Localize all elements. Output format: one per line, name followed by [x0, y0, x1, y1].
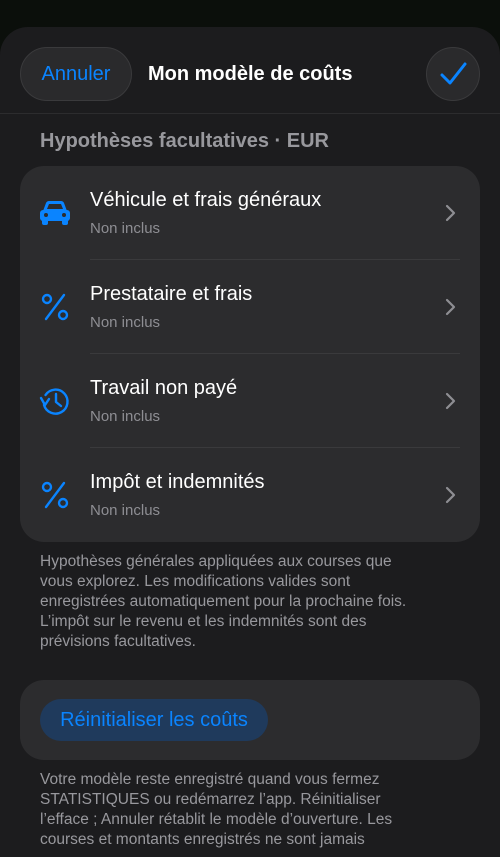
list-item-status: Non inclus: [90, 220, 161, 237]
chevron-right-icon: [445, 204, 456, 222]
footnote-line: prévisions facultatives.: [40, 633, 196, 650]
footnote-line: enregistrées automatiquement pour la pro…: [40, 593, 407, 610]
assumptions-list: Véhicule et frais généraux Non inclus Pr…: [20, 166, 480, 542]
footnote-line: courses et montants enregistrés ne sont …: [40, 831, 365, 848]
list-item-contractor[interactable]: Prestataire et frais Non inclus: [20, 260, 480, 354]
clock-history-icon: [37, 383, 73, 419]
confirm-button[interactable]: [426, 47, 480, 101]
list-item-status: Non inclus: [90, 502, 161, 519]
footnote-line: STATISTIQUES ou redémarrez l’app. Réinit…: [40, 791, 381, 808]
section-header: Hypothèses facultatives · EUR: [40, 130, 329, 152]
chevron-right-icon: [445, 392, 456, 410]
list-item-vehicle[interactable]: Véhicule et frais généraux Non inclus: [20, 166, 480, 260]
assumptions-footnote: Hypothèses générales appliquées aux cour…: [40, 552, 460, 652]
percent-icon: [37, 477, 73, 513]
cost-model-sheet: Annuler Mon modèle de coûts Hypothèses f…: [0, 27, 500, 857]
list-item-tax[interactable]: Impôt et indemnités Non inclus: [20, 448, 480, 542]
list-item-status: Non inclus: [90, 314, 161, 331]
reset-footnote: Votre modèle reste enregistré quand vous…: [40, 770, 460, 850]
list-item-status: Non inclus: [90, 408, 161, 425]
list-item-label: Impôt et indemnités: [90, 471, 265, 493]
chevron-right-icon: [445, 298, 456, 316]
list-item-label: Travail non payé: [90, 377, 238, 399]
percent-icon: [37, 289, 73, 325]
footnote-line: Hypothèses générales appliquées aux cour…: [40, 553, 392, 570]
checkmark-icon: [440, 62, 467, 85]
list-item-unpaid-work[interactable]: Travail non payé Non inclus: [20, 354, 480, 448]
chevron-right-icon: [445, 486, 456, 504]
reset-card: Réinitialiser les coûts: [20, 680, 480, 760]
footnote-line: Votre modèle reste enregistré quand vous…: [40, 771, 380, 788]
reset-costs-label: Réinitialiser les coûts: [60, 708, 248, 731]
footnote-line: vous explorez. Les modifications valides…: [40, 573, 351, 590]
footnote-line: L’impôt sur le revenu et les indemnités …: [40, 613, 367, 630]
list-item-label: Prestataire et frais: [90, 283, 253, 305]
car-icon: [37, 195, 73, 231]
footnote-line: l’efface ; Annuler rétablit le modèle d’…: [40, 811, 393, 828]
reset-costs-button[interactable]: Réinitialiser les coûts: [40, 699, 268, 741]
page-title: Mon modèle de coûts: [148, 63, 353, 85]
header-divider: [0, 113, 500, 114]
cancel-button-label: Annuler: [41, 62, 111, 85]
cancel-button[interactable]: Annuler: [20, 47, 132, 101]
list-item-label: Véhicule et frais généraux: [90, 189, 322, 211]
